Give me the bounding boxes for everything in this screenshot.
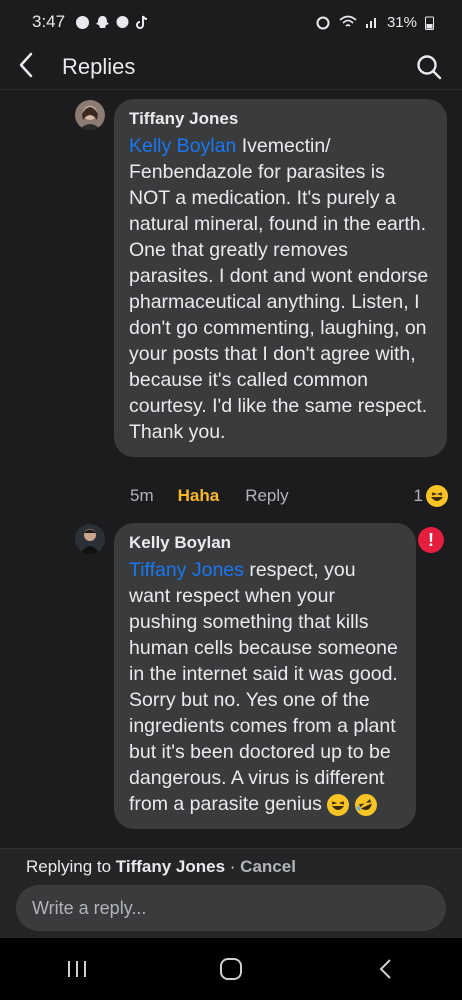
comment-author[interactable]: Kelly Boylan xyxy=(129,533,400,553)
comment-bubble[interactable]: Tiffany Jones Kelly Boylan Ivemectin/ Fe… xyxy=(114,99,447,457)
error-badge[interactable]: ! xyxy=(418,527,444,553)
comment-actions: 5m Haha Reply 1 xyxy=(130,483,448,509)
page-title: Replies xyxy=(62,53,136,79)
comment-author[interactable]: Tiffany Jones xyxy=(129,109,431,129)
tiktok-icon xyxy=(136,15,148,29)
reaction-count[interactable]: 1 xyxy=(414,485,448,507)
comment-body: respect, you want respect when your push… xyxy=(129,559,398,815)
header: Replies xyxy=(0,44,462,90)
laughing-emoji-icon xyxy=(327,793,350,816)
comment-time: 5m xyxy=(130,486,154,505)
reaction-count-value: 1 xyxy=(413,486,423,505)
search-button[interactable] xyxy=(414,52,444,82)
messenger-icon xyxy=(76,15,90,29)
back-button[interactable] xyxy=(18,52,48,82)
cancel-reply-button[interactable]: Cancel xyxy=(240,857,296,876)
snapchat-icon xyxy=(96,15,110,28)
comment-body: Ivemectin/ Fenbendazole for parasites is… xyxy=(129,135,429,443)
notification-icons xyxy=(75,15,150,30)
home-button[interactable] xyxy=(201,949,261,989)
alarm-icon xyxy=(316,16,330,30)
avatar[interactable] xyxy=(75,524,105,554)
comment-text: Kelly Boylan Ivemectin/ Fenbendazole for… xyxy=(129,133,431,445)
signal-icon xyxy=(365,18,376,28)
home-icon xyxy=(220,958,242,980)
status-time: 3:47 xyxy=(32,12,66,31)
back-arrow-icon xyxy=(19,52,33,77)
wifi-icon xyxy=(339,15,357,27)
haha-reaction-button[interactable]: Haha xyxy=(178,486,220,506)
mention-link[interactable]: Tiffany Jones xyxy=(129,559,244,581)
reply-composer: Replying to Tiffany Jones · Cancel xyxy=(0,848,462,938)
mention-link[interactable]: Kelly Boylan xyxy=(129,135,236,157)
system-nav-bar xyxy=(0,938,462,1000)
replying-to-name: Tiffany Jones xyxy=(115,857,226,876)
reply-input[interactable] xyxy=(16,885,446,931)
nav-back-button[interactable] xyxy=(355,949,415,989)
status-bar: 3:47 31% xyxy=(0,0,462,44)
recents-icon xyxy=(68,961,86,977)
battery-percent: 31% xyxy=(386,13,417,31)
search-icon xyxy=(417,54,442,79)
reply-button[interactable]: Reply xyxy=(245,486,288,506)
battery-icon xyxy=(425,16,434,30)
rofl-emoji-icon xyxy=(351,790,381,820)
comment-bubble[interactable]: Kelly Boylan Tiffany Jones respect, you … xyxy=(114,523,416,829)
comment-text: Tiffany Jones respect, you want respect … xyxy=(129,557,400,820)
nav-back-icon xyxy=(379,959,391,979)
replying-to-label: Replying to Tiffany Jones · Cancel xyxy=(26,857,296,876)
avatar[interactable] xyxy=(75,100,105,130)
recents-button[interactable] xyxy=(47,949,107,989)
haha-emoji-icon xyxy=(426,485,448,507)
chat-icon xyxy=(116,15,129,28)
